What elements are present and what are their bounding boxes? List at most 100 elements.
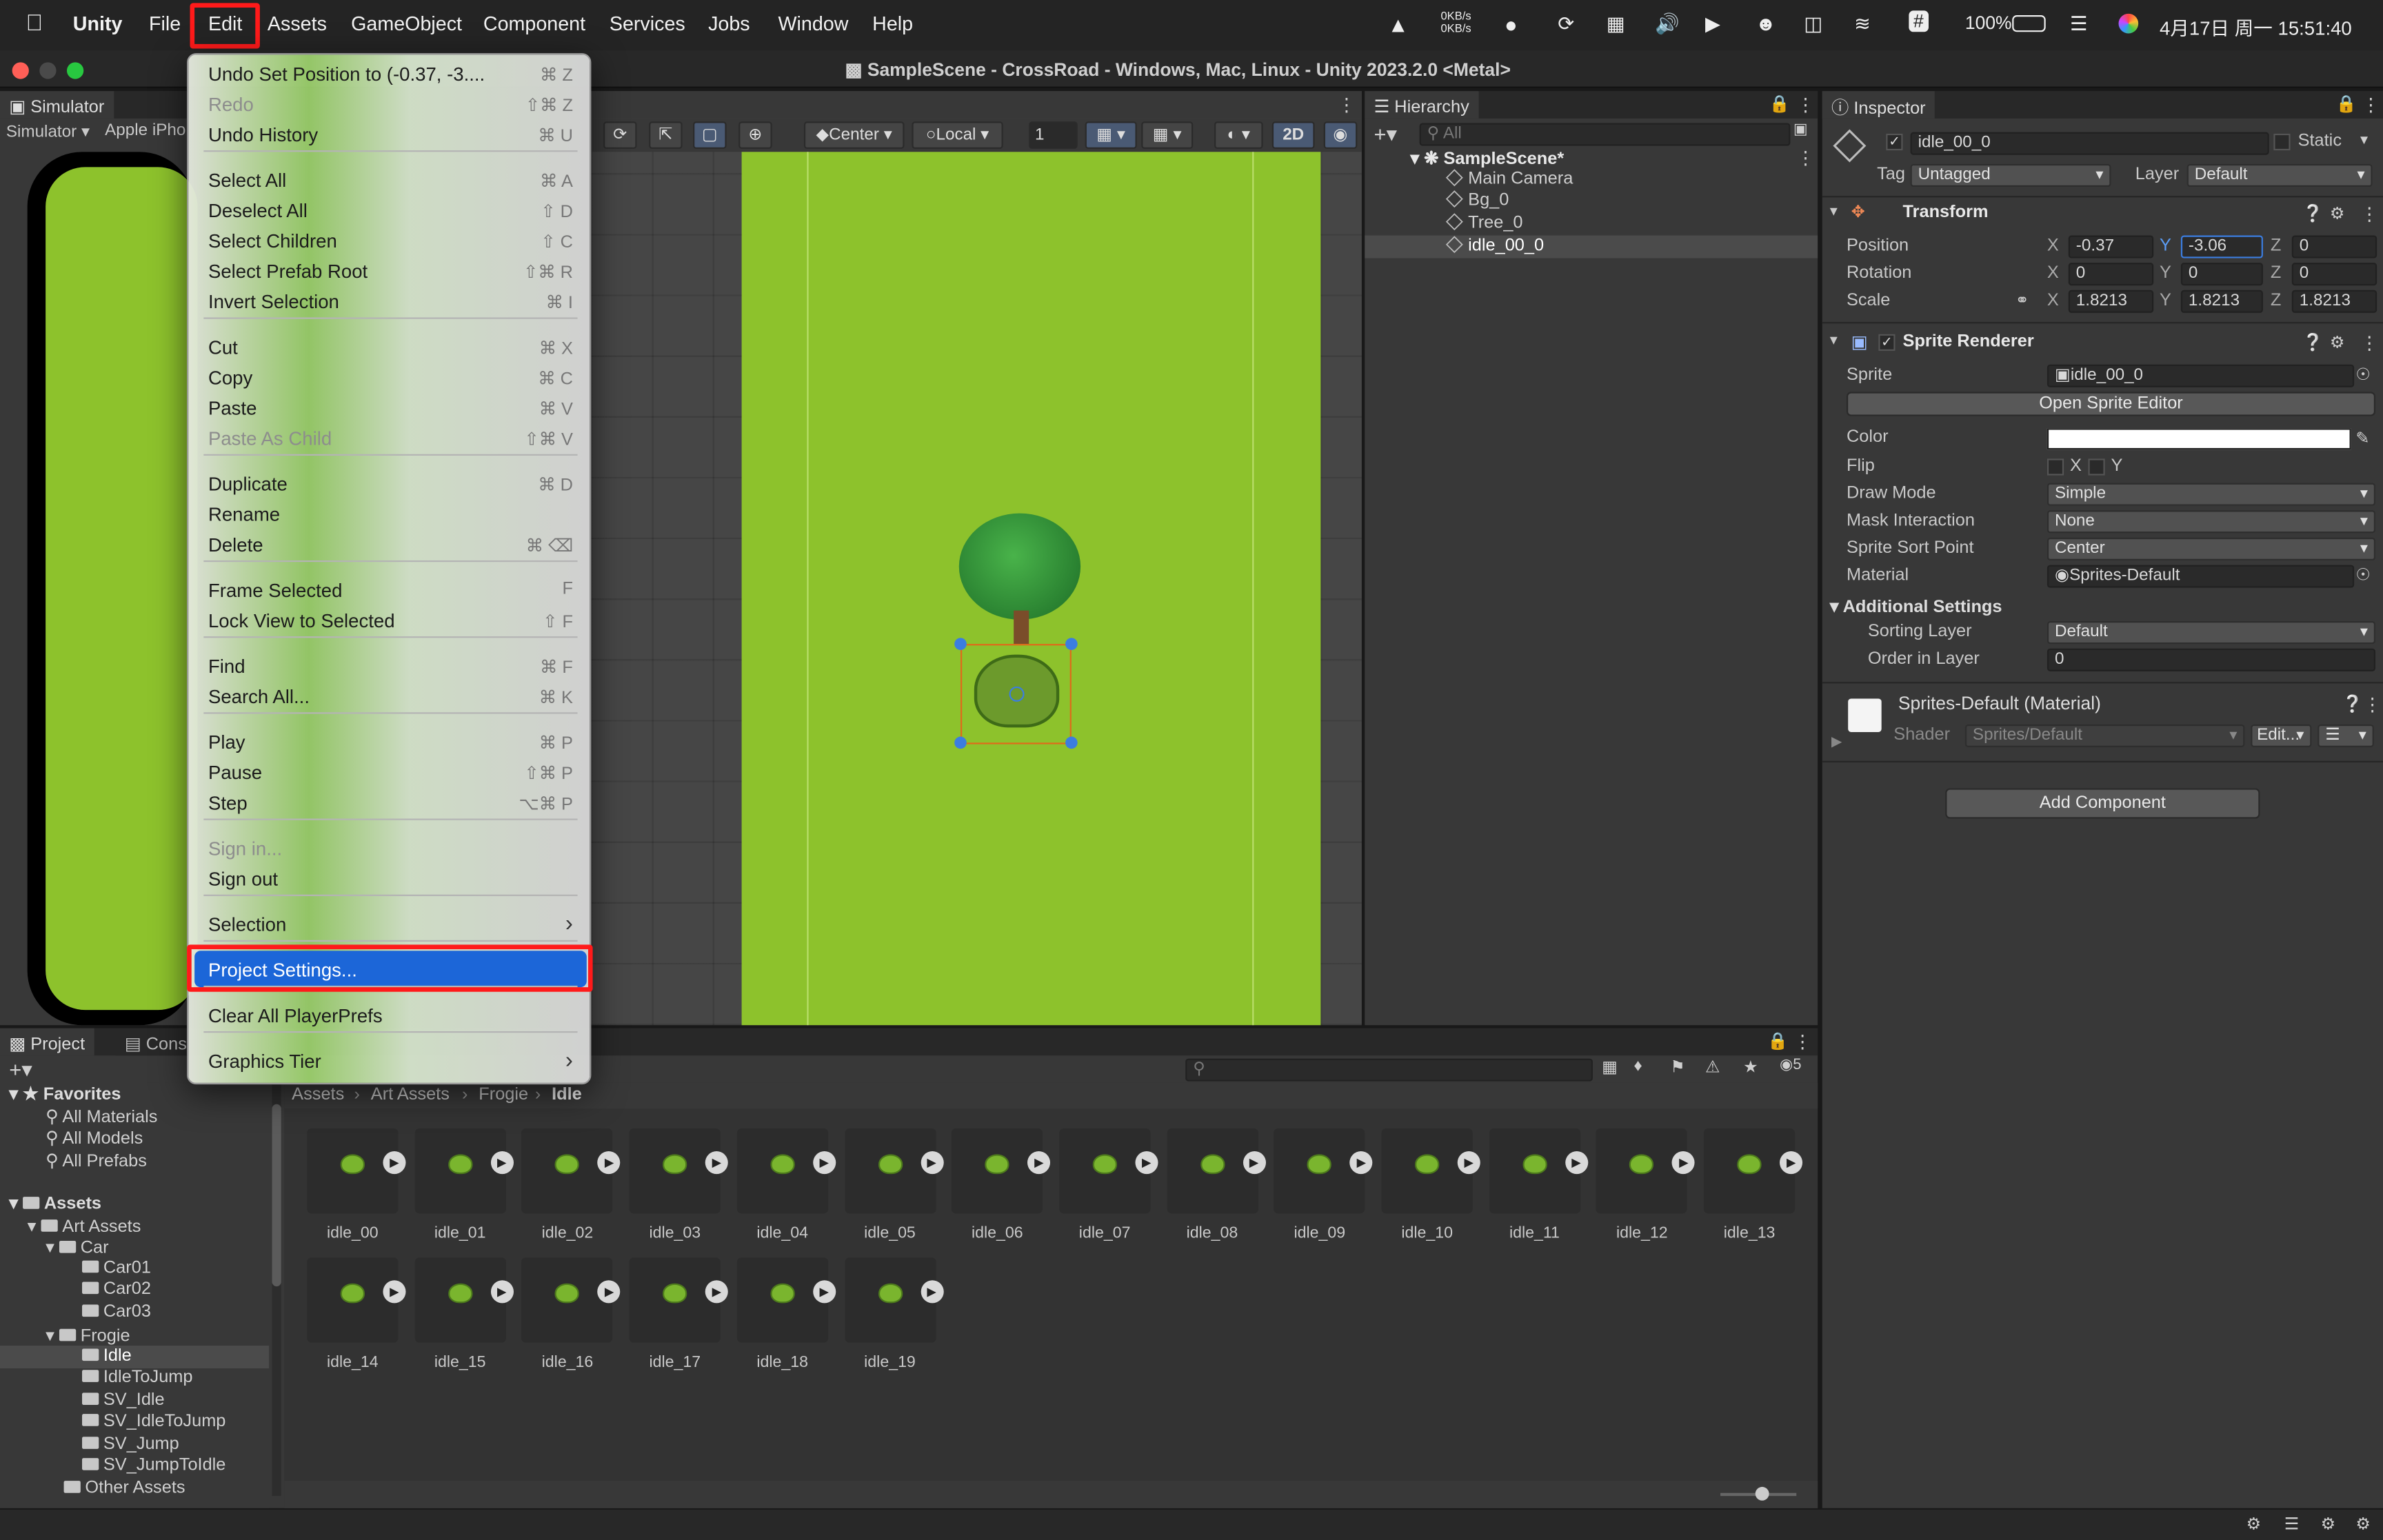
position-x-field[interactable]: -0.37 [2068, 235, 2154, 259]
inspector-lock-icon[interactable]: 🔒 [2336, 94, 2357, 114]
play-icon[interactable]: ▶ [705, 1151, 728, 1175]
tree-car03[interactable]: Car03 [82, 1303, 151, 1321]
asset-thumbnail[interactable]: ▶ [1274, 1128, 1373, 1214]
favorites-header[interactable]: ▾ ★ Favorites [9, 1083, 121, 1104]
tree-sv-idle-to-jump[interactable]: SV_IdleToJump [82, 1412, 225, 1430]
asset-thumbnail[interactable]: ▶ [1596, 1128, 1696, 1214]
simulator-mode-dropdown[interactable]: Simulator ▾ [6, 121, 90, 141]
debug-icon[interactable]: ⚙ [2246, 1514, 2262, 1534]
hidden-packages-icon[interactable]: ◉5 [1780, 1057, 1802, 1073]
tree-car[interactable]: ▾ Car [46, 1236, 108, 1257]
tab-console[interactable]: ▤ Cons [115, 1028, 197, 1056]
create-icon[interactable]: +▾ [1374, 121, 1398, 147]
menu-assets[interactable]: Assets [268, 12, 327, 35]
menu-gameobject[interactable]: GameObject [351, 12, 462, 35]
material-foldout-icon[interactable]: ▶ [1831, 733, 1842, 750]
scale-y-field[interactable]: 1.8213 [2180, 290, 2263, 313]
play-icon[interactable]: ▶ [705, 1280, 728, 1304]
handle-top-right[interactable] [1065, 638, 1078, 650]
color-swatch[interactable] [2047, 428, 2351, 450]
static-checkbox[interactable] [2273, 133, 2291, 151]
toggle-2d-button[interactable]: 2D [1271, 121, 1315, 149]
menu-item-copy[interactable]: Copy ⌘ C [208, 367, 573, 395]
shader-dropdown[interactable]: Sprites/Default [1964, 724, 2245, 747]
asset-thumbnail[interactable]: ▶ [1166, 1128, 1266, 1214]
play-icon[interactable]: ▶ [812, 1151, 836, 1175]
menu-item-paste-as-child[interactable]: Paste As Child ⇧⌘ V [208, 428, 573, 456]
hierarchy-search-input[interactable]: ⚲ All [1419, 123, 1791, 146]
static-dropdown-icon[interactable]: ▾ [2360, 132, 2368, 149]
rect-tool-icon[interactable]: ▢ [693, 121, 727, 149]
tree-car02[interactable]: Car02 [82, 1280, 151, 1299]
menu-item-lock-view-to-selected[interactable]: Lock View to Selected ⇧ F [208, 611, 573, 638]
menu-item-play[interactable]: Play ⌘ P [208, 732, 573, 760]
scale-z-field[interactable]: 1.8213 [2291, 290, 2377, 313]
position-y-field[interactable]: -3.06 [2180, 235, 2263, 259]
tree-idle-to-jump[interactable]: IdleToJump [82, 1368, 193, 1387]
play-icon[interactable]: ▶ [920, 1151, 943, 1175]
play-icon[interactable]: ▶ [598, 1151, 621, 1175]
play-icon[interactable]: ▶ [1457, 1151, 1480, 1175]
asset-thumbnail[interactable]: ▶ [736, 1257, 836, 1343]
tree-art-assets[interactable]: ▾ Art Assets [28, 1215, 141, 1236]
create-asset-icon[interactable]: +▾ [9, 1057, 32, 1082]
constrain-proportions-icon[interactable]: ⚭ [2015, 290, 2029, 310]
play-status-icon[interactable]: ▶ [1705, 12, 1720, 37]
close-window-button[interactable] [12, 62, 29, 79]
menu-item-frame-selected[interactable]: Frame Selected F [208, 580, 573, 608]
favorite-all-prefabs[interactable]: ⚲ All Prefabs [46, 1150, 147, 1171]
siri-icon[interactable] [2118, 13, 2139, 34]
menu-file[interactable]: File [149, 12, 181, 35]
add-component-button[interactable]: Add Component [1945, 788, 2260, 819]
help-icon[interactable]: ❔ [2302, 333, 2323, 352]
component-more-icon[interactable]: ⋮ [2360, 333, 2378, 354]
active-checkbox[interactable]: ✓ [1886, 133, 1903, 151]
material-field[interactable]: ◉Sprites-Default [2047, 565, 2355, 588]
asset-thumbnail[interactable]: ▶ [629, 1257, 728, 1343]
minimize-window-button[interactable] [39, 62, 57, 79]
tag-dropdown[interactable]: Untagged [1910, 163, 2111, 187]
menu-item-selection[interactable]: Selection › [208, 911, 573, 942]
sprite-renderer-foldout-icon[interactable]: ▾ [1830, 333, 1838, 349]
asset-thumbnail[interactable]: ▶ [844, 1128, 943, 1214]
play-icon[interactable]: ▶ [1027, 1151, 1051, 1175]
wechat-icon[interactable]: ● [1505, 12, 1518, 37]
space-dropdown[interactable]: ○Local ▾ [912, 121, 1003, 149]
transform-tool-icon[interactable]: ⊕ [738, 121, 772, 149]
assets-root[interactable]: ▾ Assets [9, 1193, 101, 1213]
project-more-icon[interactable]: ⋮ [1793, 1031, 1811, 1053]
zoom-window-button[interactable] [66, 62, 84, 79]
play-icon[interactable]: ▶ [383, 1151, 406, 1175]
position-z-field[interactable]: 0 [2291, 235, 2377, 259]
search-by-type-icon[interactable]: ▦ [1602, 1057, 1618, 1077]
rotation-z-field[interactable]: 0 [2291, 263, 2377, 286]
asset-thumbnail[interactable]: ▶ [736, 1128, 836, 1214]
menu-item-undo-history[interactable]: Undo History ⌘ U [208, 125, 573, 152]
shader-options-dropdown[interactable]: ☰ [2317, 724, 2374, 747]
hierarchy-scene-root[interactable]: ▾ ❋ SampleScene* [1410, 148, 1564, 168]
cat-status-icon[interactable]: ▲ [1387, 12, 1409, 37]
menu-item-deselect-all[interactable]: Deselect All ⇧ D [208, 201, 573, 228]
transform-foldout-icon[interactable]: ▾ [1830, 203, 1838, 220]
draw-mode-dropdown[interactable]: Simple [2047, 483, 2376, 506]
grid-size-field[interactable]: 1 [1029, 121, 1078, 149]
sync-icon[interactable]: ⟳ [1558, 12, 1574, 37]
open-sprite-editor-button[interactable]: Open Sprite Editor [1846, 392, 2376, 416]
favorite-all-materials[interactable]: ⚲ All Materials [46, 1106, 157, 1126]
tree-idle[interactable]: Idle [82, 1347, 132, 1366]
tree-sv-jump[interactable]: SV_Jump [82, 1435, 179, 1453]
handle-bottom-left[interactable] [954, 736, 967, 749]
layer-dropdown[interactable]: Default [2186, 163, 2373, 187]
input-method-icon[interactable]: # [1909, 10, 1929, 32]
user-icon[interactable]: ☻ [1756, 12, 1776, 35]
tree-sprite[interactable] [958, 513, 1081, 620]
inspector-more-icon[interactable]: ⋮ [2362, 94, 2380, 116]
order-in-layer-field[interactable]: 0 [2047, 648, 2376, 671]
sprite-sort-point-dropdown[interactable]: Center [2047, 537, 2376, 560]
asset-thumbnail[interactable]: ▶ [952, 1128, 1051, 1214]
asset-thumbnail[interactable]: ▶ [1489, 1128, 1588, 1214]
breadcrumb-art-assets[interactable]: Art Assets [371, 1086, 450, 1104]
breadcrumb-assets[interactable]: Assets [292, 1086, 344, 1104]
additional-settings-foldout[interactable]: ▾ Additional Settings [1830, 596, 2002, 616]
breadcrumb-idle[interactable]: Idle [552, 1086, 582, 1104]
